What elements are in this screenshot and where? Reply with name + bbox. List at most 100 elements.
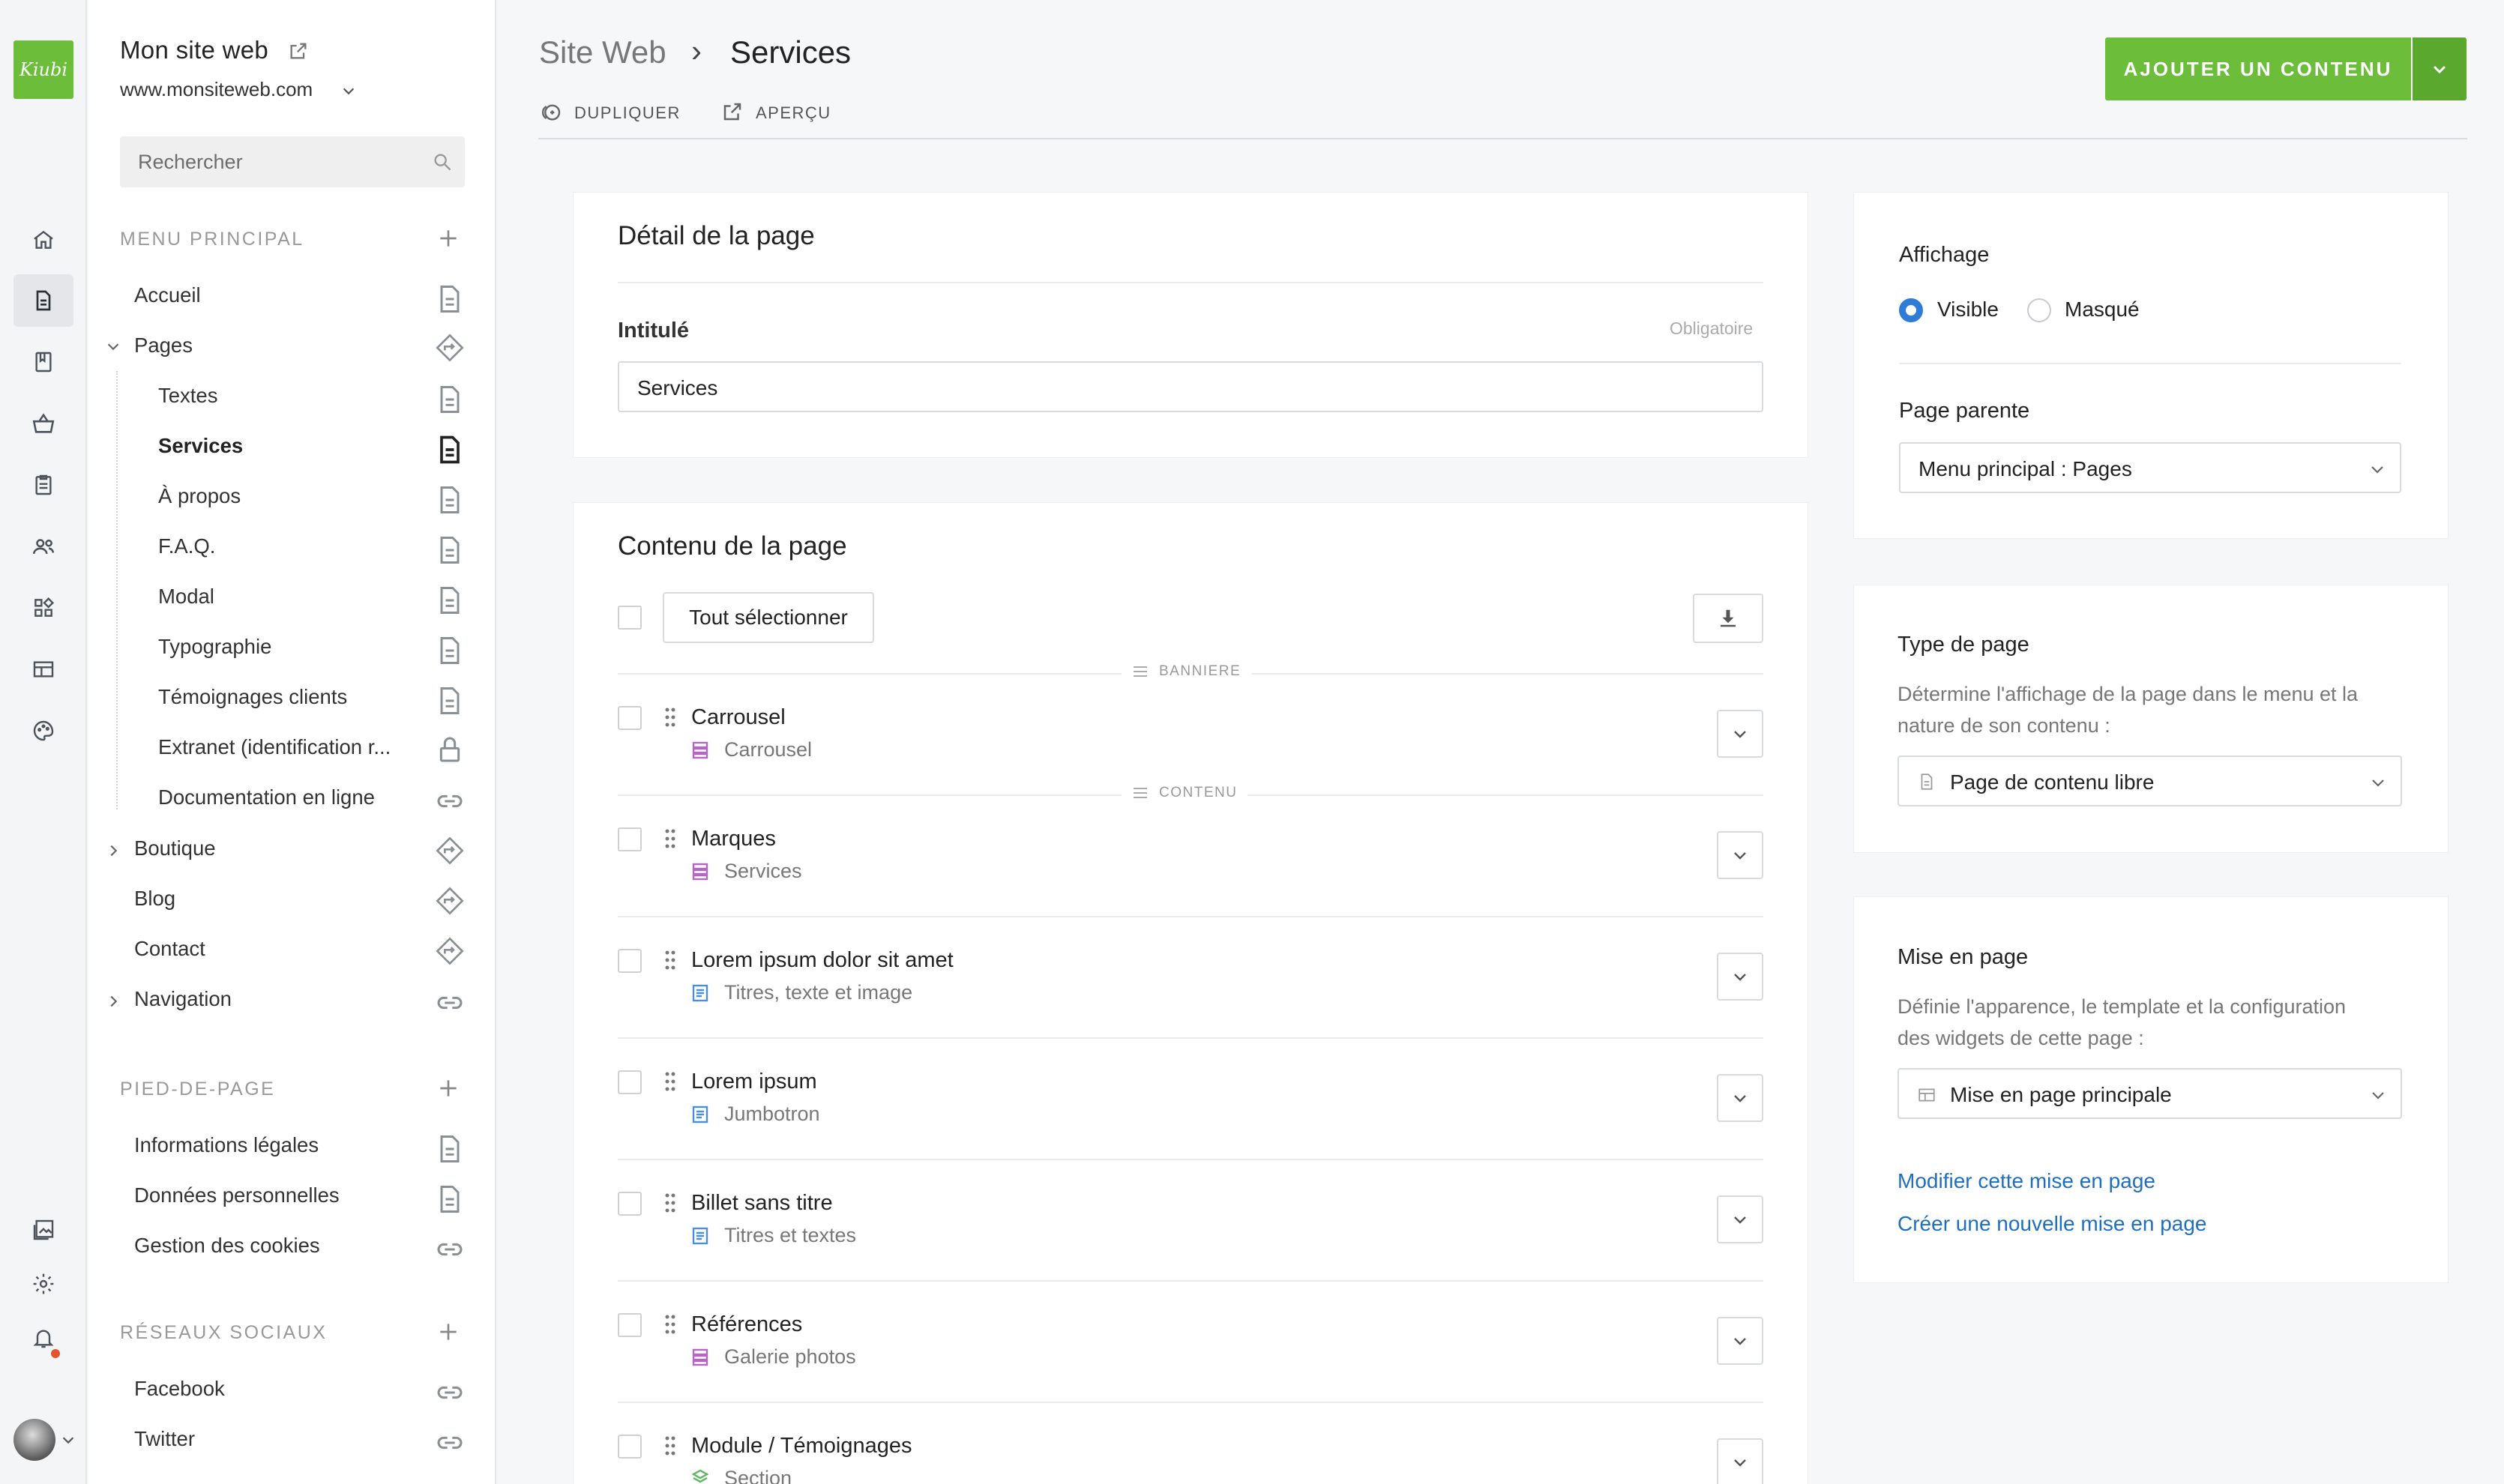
media-icon[interactable] — [0, 1204, 87, 1256]
layout-icon[interactable] — [0, 643, 87, 696]
drag-handle-icon[interactable] — [664, 1313, 676, 1339]
add-icon[interactable] — [436, 226, 460, 250]
search-input[interactable]: Rechercher — [120, 136, 465, 187]
notifications-icon[interactable] — [0, 1312, 87, 1364]
block-name[interactable]: Marques — [691, 827, 776, 851]
users-icon[interactable] — [0, 520, 87, 573]
select-all-button[interactable]: Tout sélectionner — [663, 592, 874, 643]
layout-select[interactable]: Mise en page principale — [1897, 1068, 2402, 1119]
sidebar-item-navigation[interactable]: Navigation — [134, 987, 232, 1011]
field-label-title: Intitulé — [618, 319, 690, 343]
add-icon[interactable] — [436, 1320, 460, 1344]
download-button[interactable] — [1693, 594, 1763, 643]
sidebar-item-documentation[interactable]: Documentation en ligne — [158, 785, 375, 809]
block-checkbox[interactable] — [618, 1192, 642, 1216]
widgets-icon[interactable] — [0, 582, 87, 634]
visible-label[interactable]: Visible — [1937, 298, 1999, 322]
chevron-down-icon[interactable] — [105, 338, 121, 355]
theme-icon[interactable] — [0, 705, 87, 757]
drag-handle-icon[interactable] — [664, 706, 676, 732]
block-name[interactable]: Lorem ipsum — [691, 1070, 817, 1094]
sidebar-item-temoignages[interactable]: Témoignages clients — [158, 685, 347, 709]
sidebar-item-pages[interactable]: Pages — [134, 334, 193, 358]
sidebar-item-extranet[interactable]: Extranet (identification r... — [158, 735, 391, 759]
hidden-radio[interactable] — [2027, 298, 2051, 322]
stack-icon — [691, 862, 709, 881]
select-all-checkbox[interactable] — [618, 606, 642, 630]
drag-handle-icon[interactable] — [664, 1435, 676, 1460]
block-expand-button[interactable] — [1717, 953, 1763, 1001]
pages-icon[interactable] — [0, 274, 87, 327]
add-icon[interactable] — [436, 1076, 460, 1100]
site-url[interactable]: www.monsiteweb.com — [120, 78, 313, 101]
home-icon[interactable] — [0, 214, 87, 266]
block-name[interactable]: Lorem ipsum dolor sit amet — [691, 948, 954, 973]
drag-handle-icon[interactable] — [664, 949, 676, 974]
block-name[interactable]: Billet sans titre — [691, 1191, 833, 1216]
sidebar-item-donnees-personnelles[interactable]: Données personnelles — [134, 1183, 340, 1207]
parent-select[interactable]: Menu principal : Pages — [1899, 442, 2401, 493]
orders-icon[interactable] — [0, 459, 87, 511]
block-checkbox[interactable] — [618, 1070, 642, 1094]
page-type-select[interactable]: Page de contenu libre — [1897, 755, 2402, 806]
sidebar-item-contact[interactable]: Contact — [134, 937, 205, 961]
drag-handle-icon[interactable] — [664, 1070, 676, 1096]
block-checkbox[interactable] — [618, 1313, 642, 1337]
site-name[interactable]: Mon site web — [120, 36, 268, 64]
chevron-right-icon[interactable] — [105, 993, 121, 1010]
sidebar-item-facebook[interactable]: Facebook — [134, 1377, 225, 1401]
chevron-right-icon[interactable] — [105, 842, 121, 859]
block-expand-button[interactable] — [1717, 831, 1763, 879]
download-icon — [1721, 609, 1736, 627]
sidebar-item-twitter[interactable]: Twitter — [134, 1427, 195, 1451]
sidebar-item-boutique[interactable]: Boutique — [134, 836, 216, 860]
sidebar-item-informations-legales[interactable]: Informations légales — [134, 1133, 319, 1157]
breadcrumb-parent[interactable]: Site Web — [539, 34, 666, 70]
drag-handle-icon[interactable] — [664, 827, 676, 853]
duplicate-button[interactable]: DUPLIQUER — [574, 103, 681, 123]
block-checkbox[interactable] — [618, 1435, 642, 1459]
sidebar-item-services[interactable]: Services — [158, 434, 243, 458]
chevron-down-icon — [2372, 779, 2384, 787]
block-expand-button[interactable] — [1717, 1438, 1763, 1484]
edit-layout-link[interactable]: Modifier cette mise en page — [1897, 1169, 2155, 1193]
block-expand-button[interactable] — [1717, 710, 1763, 758]
sidebar-item-textes[interactable]: Textes — [158, 384, 217, 408]
block-name[interactable]: Références — [691, 1312, 802, 1337]
block-name[interactable]: Carrousel — [691, 705, 786, 730]
drag-handle-icon[interactable] — [664, 1192, 676, 1217]
block-checkbox[interactable] — [618, 949, 642, 973]
chevron-down-icon[interactable] — [340, 82, 357, 99]
block-name[interactable]: Module / Témoignages — [691, 1434, 912, 1459]
block-checkbox[interactable] — [618, 827, 642, 851]
add-content-dropdown[interactable] — [2413, 37, 2467, 100]
kiubi-logo[interactable]: Kiubi — [13, 40, 73, 99]
chevron-down-icon[interactable] — [60, 1432, 76, 1448]
hidden-label[interactable]: Masqué — [2065, 298, 2140, 322]
title-input[interactable]: Services — [618, 361, 1763, 412]
preview-icon[interactable] — [721, 100, 744, 123]
block-expand-button[interactable] — [1717, 1074, 1763, 1122]
sidebar-item-modal[interactable]: Modal — [158, 585, 214, 609]
sidebar-item-typographie[interactable]: Typographie — [158, 635, 271, 659]
external-link-icon[interactable] — [288, 40, 309, 61]
add-content-button[interactable]: AJOUTER UN CONTENU — [2105, 37, 2411, 100]
block-checkbox[interactable] — [618, 706, 642, 730]
shop-icon[interactable] — [0, 397, 87, 450]
block-expand-button[interactable] — [1717, 1317, 1763, 1365]
duplicate-icon[interactable] — [538, 100, 562, 124]
create-layout-link[interactable]: Créer une nouvelle mise en page — [1897, 1212, 2206, 1236]
block-expand-button[interactable] — [1717, 1195, 1763, 1243]
chevron-down-icon — [1734, 1216, 1746, 1224]
sidebar-item-faq[interactable]: F.A.Q. — [158, 534, 215, 558]
sidebar-item-blog[interactable]: Blog — [134, 887, 175, 911]
sidebar-item-accueil[interactable]: Accueil — [134, 283, 201, 307]
avatar[interactable] — [13, 1419, 55, 1461]
sidebar-item-a-propos[interactable]: À propos — [158, 484, 241, 508]
visible-radio[interactable] — [1899, 298, 1923, 322]
text-block-icon — [691, 1226, 709, 1246]
settings-icon[interactable] — [0, 1258, 87, 1310]
blog-icon[interactable] — [0, 336, 87, 388]
sidebar-item-gestion-cookies[interactable]: Gestion des cookies — [134, 1234, 320, 1258]
preview-button[interactable]: APERÇU — [756, 103, 831, 123]
